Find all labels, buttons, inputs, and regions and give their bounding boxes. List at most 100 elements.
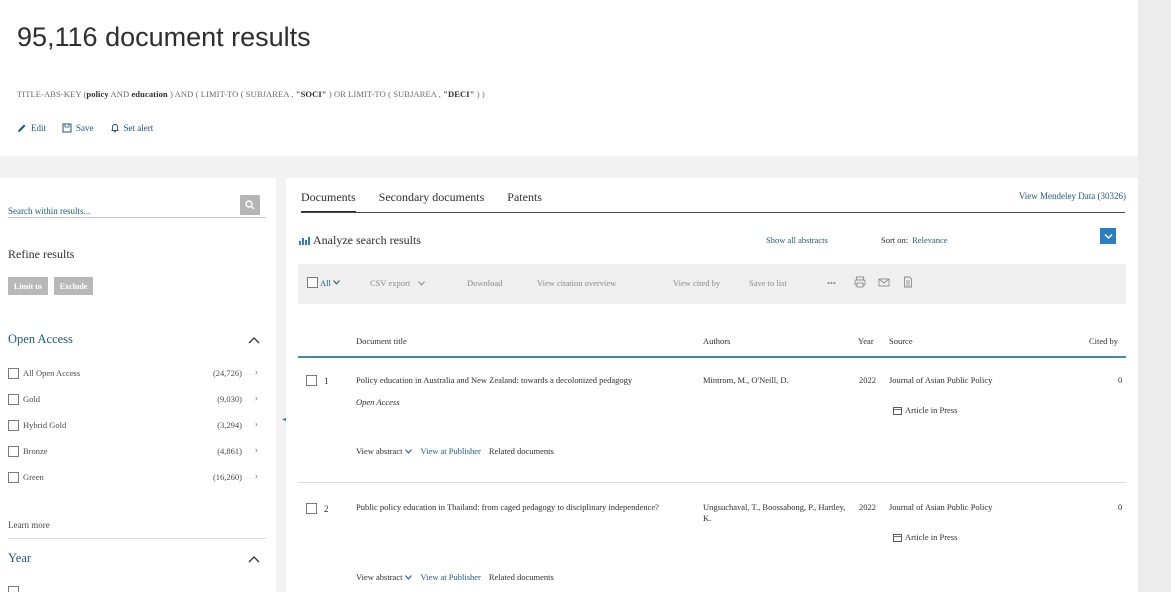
print-icon[interactable] (854, 276, 866, 288)
facet-checkbox[interactable] (8, 420, 19, 431)
column-document-title[interactable]: Document title (356, 336, 407, 346)
view-abstract-button[interactable]: View abstract (356, 572, 413, 582)
row-actions: View abstract View at Publisher Related … (356, 572, 554, 582)
more-options-button[interactable]: ••• (827, 278, 836, 288)
search-within-input[interactable]: Search within results... (8, 206, 90, 216)
view-at-publisher-link[interactable]: View at Publisher (420, 572, 480, 582)
source-link[interactable]: Journal of Asian Public Policy (889, 502, 1069, 513)
calendar-icon (893, 406, 902, 415)
save-to-list-button[interactable]: Save to list (749, 278, 787, 288)
divider (8, 538, 266, 539)
analyze-search-results-link[interactable]: Analyze search results (299, 233, 421, 248)
facet-checkbox[interactable] (8, 446, 19, 457)
search-within-results[interactable]: Search within results... (8, 188, 266, 218)
document-title-link[interactable]: Public policy education in Thailand: fro… (356, 502, 691, 513)
row-actions: View abstract View at Publisher Related … (356, 446, 554, 456)
search-within-button[interactable] (240, 195, 260, 215)
related-documents-link[interactable]: Related documents (489, 446, 554, 456)
open-access-label: Open Access (356, 397, 400, 407)
select-all-checkbox[interactable] (307, 277, 318, 288)
row-checkbox[interactable] (306, 375, 317, 386)
chevron-down-icon (418, 281, 426, 286)
right-scroll-strip (1138, 0, 1171, 592)
facet-green[interactable]: Green (16,260) › (8, 470, 266, 486)
column-authors[interactable]: Authors (703, 336, 730, 346)
facet-bronze[interactable]: Bronze (4,861) › (8, 444, 266, 460)
tab-documents[interactable]: Documents (301, 190, 356, 213)
result-tabs: Documents Secondary documents Patents (301, 190, 542, 213)
save-button[interactable]: Save (62, 123, 94, 133)
article-in-press-badge: Article in Press (893, 405, 957, 415)
facet-checkbox[interactable] (8, 472, 19, 483)
facet-gold[interactable]: Gold (9,030) › (8, 392, 266, 408)
year: 2022 (859, 375, 876, 385)
column-source[interactable]: Source (889, 336, 913, 346)
table-header-divider (298, 356, 1126, 358)
download-button[interactable]: Download (467, 278, 502, 288)
tab-secondary-documents[interactable]: Secondary documents (379, 190, 485, 213)
bar-chart-icon (299, 237, 310, 245)
year-heading[interactable]: Year (8, 551, 31, 566)
search-icon (245, 200, 255, 210)
email-icon[interactable] (878, 276, 890, 288)
view-citation-overview-button[interactable]: View citation overview (537, 278, 616, 288)
source-link[interactable]: Journal of Asian Public Policy (889, 375, 1069, 386)
document-icon[interactable] (902, 276, 914, 288)
set-alert-button[interactable]: Set alert (110, 123, 153, 133)
csv-export-button[interactable]: CSV export (370, 278, 426, 288)
tab-patents[interactable]: Patents (507, 190, 542, 213)
chevron-right-icon[interactable]: › (255, 393, 258, 404)
chevron-right-icon[interactable]: › (255, 471, 258, 482)
chevron-right-icon[interactable]: › (255, 367, 258, 378)
page-title: 95,116 document results (17, 22, 311, 52)
tabs-divider (301, 212, 1125, 213)
cited-by-count[interactable]: 0 (1118, 502, 1122, 513)
row-checkbox[interactable] (306, 503, 317, 514)
bell-icon (110, 124, 119, 133)
authors[interactable]: Mintrom, M., O'Neill, D. (703, 375, 843, 386)
learn-more-link[interactable]: Learn more (8, 520, 50, 530)
cited-by-count[interactable]: 0 (1118, 375, 1122, 386)
view-abstract-button[interactable]: View abstract (356, 446, 413, 456)
year: 2022 (859, 502, 876, 512)
facet-all-open-access[interactable]: All Open Access (24,726) › (8, 366, 266, 382)
facet-year[interactable] (8, 584, 266, 592)
refine-sidebar: Search within results... Refine results … (0, 178, 276, 592)
query-actions: Edit Save Set alert (17, 123, 153, 133)
chevron-down-icon (405, 575, 413, 580)
pencil-icon (18, 124, 26, 132)
limit-to-button[interactable]: Limit to (8, 277, 48, 295)
sort-on-value[interactable]: Relevance (912, 235, 947, 245)
facet-checkbox[interactable] (8, 586, 19, 592)
sort-on[interactable]: Sort on: Relevance (881, 235, 948, 245)
exclude-button[interactable]: Exclude (53, 277, 94, 295)
chevron-up-icon[interactable] (248, 554, 260, 564)
open-access-heading[interactable]: Open Access (8, 332, 73, 347)
show-all-abstracts-link[interactable]: Show all abstracts (766, 235, 828, 245)
view-mendeley-data-link[interactable]: View Mendeley Data (30326) (1019, 191, 1126, 201)
authors[interactable]: Ungsuchaval, T., Boossabong, P., Hartley… (703, 502, 848, 524)
facet-checkbox[interactable] (8, 394, 19, 405)
sort-dropdown-button[interactable] (1100, 228, 1116, 244)
view-at-publisher-link[interactable]: View at Publisher (420, 446, 480, 456)
chevron-right-icon[interactable]: › (255, 445, 258, 456)
article-in-press-badge: Article in Press (893, 532, 957, 542)
chevron-down-icon (332, 280, 340, 285)
document-title-link[interactable]: Policy education in Australia and New Ze… (356, 375, 691, 386)
results-toolbar: All CSV export Download View citation ov… (298, 264, 1126, 304)
chevron-down-icon (1104, 233, 1112, 239)
chevron-down-icon (405, 449, 413, 454)
column-cited-by[interactable]: Cited by (1089, 336, 1118, 346)
calendar-icon (893, 533, 902, 542)
facet-hybrid-gold[interactable]: Hybrid Gold (3,294) › (8, 418, 266, 434)
related-documents-link[interactable]: Related documents (489, 572, 554, 582)
chevron-right-icon[interactable]: › (255, 419, 258, 430)
refine-buttons: Limit to Exclude (8, 277, 94, 295)
column-year[interactable]: Year (858, 336, 874, 346)
chevron-up-icon[interactable] (248, 335, 260, 345)
facet-checkbox[interactable] (8, 368, 19, 379)
results-header: 95,116 document results TITLE-ABS-KEY (p… (0, 0, 1138, 156)
edit-button[interactable]: Edit (17, 123, 46, 133)
select-all[interactable]: All (307, 277, 340, 288)
view-cited-by-button[interactable]: View cited by (673, 278, 720, 288)
